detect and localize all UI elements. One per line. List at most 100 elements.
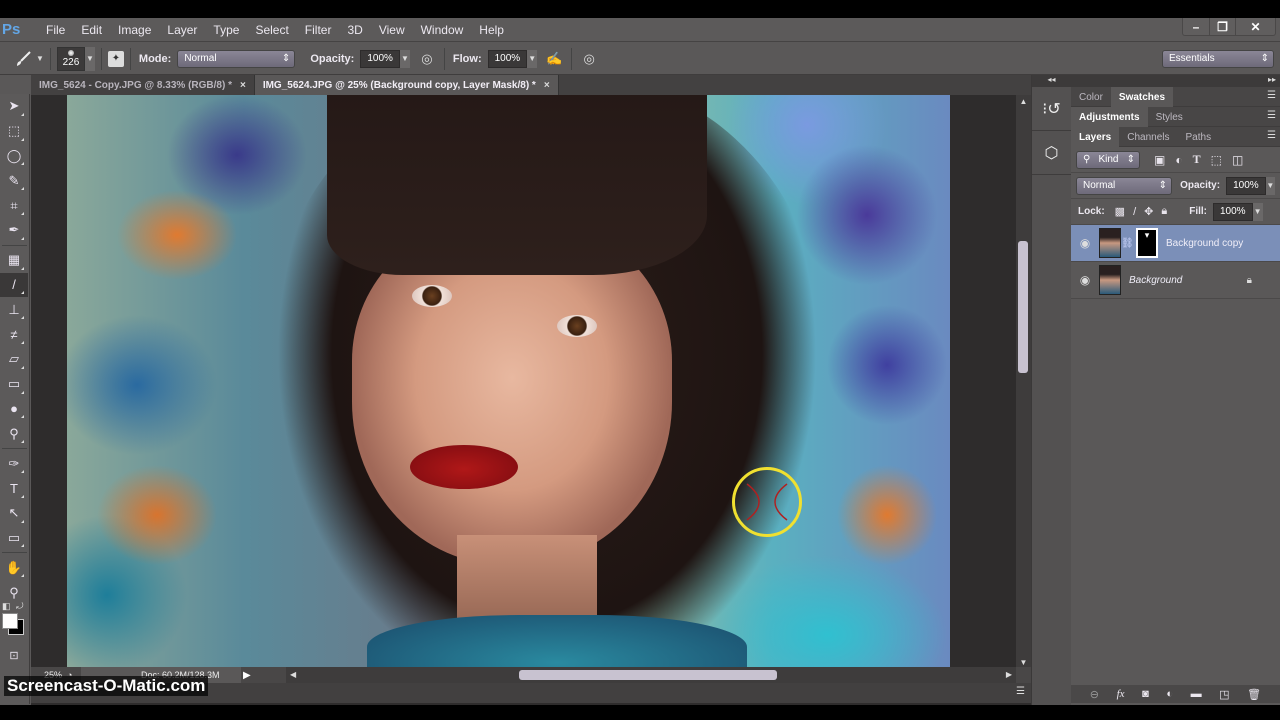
menu-select[interactable]: Select: [247, 23, 296, 37]
filter-type-icon[interactable]: T: [1193, 152, 1201, 167]
lasso-tool-icon[interactable]: ◯: [0, 144, 28, 169]
new-layer-icon[interactable]: ◳: [1219, 688, 1229, 701]
clone-stamp-tool-icon[interactable]: ⊥: [0, 297, 28, 322]
flow-field[interactable]: 100%: [487, 49, 528, 68]
mask-link-icon[interactable]: ⛓: [1121, 238, 1134, 249]
pen-tool-icon[interactable]: ✑: [0, 451, 28, 476]
flow-dropdown[interactable]: ▼: [527, 49, 538, 68]
menu-help[interactable]: Help: [471, 23, 512, 37]
horizontal-scroll-thumb[interactable]: [519, 670, 777, 680]
lock-pixels-icon[interactable]: /: [1133, 206, 1136, 218]
menu-type[interactable]: Type: [205, 23, 247, 37]
collapse-dock-icon[interactable]: ◂◂: [1032, 75, 1071, 87]
panel-menu-icon[interactable]: ☰: [1016, 686, 1025, 697]
scroll-up-icon[interactable]: ▲: [1016, 97, 1031, 106]
lock-all-icon[interactable]: 🔒︎: [1161, 205, 1167, 218]
fx-icon[interactable]: fx: [1117, 688, 1125, 700]
filter-smart-object-icon[interactable]: ◫: [1232, 153, 1243, 167]
brush-icon[interactable]: [12, 48, 34, 70]
filter-kind-select[interactable]: ⚲ Kind ⇕: [1076, 150, 1140, 169]
mode-select[interactable]: Normal ⇕: [177, 49, 296, 68]
delete-layer-icon[interactable]: 🗑︎: [1247, 688, 1261, 701]
filter-pixel-icon[interactable]: ▣: [1154, 153, 1165, 167]
history-panel-icon[interactable]: ⁝↺: [1032, 87, 1071, 131]
vertical-scrollbar[interactable]: ▲ ▼: [1016, 95, 1031, 667]
expand-panels-icon[interactable]: ▸▸: [1071, 75, 1280, 87]
eraser-tool-icon[interactable]: ▱: [0, 347, 28, 372]
lock-transparency-icon[interactable]: ▩: [1115, 205, 1125, 218]
horizontal-scrollbar[interactable]: ◀ ▶: [286, 667, 1016, 683]
spot-healing-tool-icon[interactable]: ▦: [0, 248, 28, 273]
quick-selection-tool-icon[interactable]: ✎: [0, 168, 28, 193]
layer-row-background-copy[interactable]: ◉ ⛓ ▾ Background copy: [1071, 225, 1280, 262]
close-tab-icon[interactable]: ×: [240, 80, 246, 91]
menu-filter[interactable]: Filter: [297, 23, 340, 37]
rectangle-tool-icon[interactable]: ▭: [0, 526, 28, 551]
dodge-tool-icon[interactable]: ⚲: [0, 421, 28, 446]
tab-layers[interactable]: Layers: [1071, 127, 1120, 147]
menu-layer[interactable]: Layer: [159, 23, 205, 37]
workspace-select[interactable]: Essentials ⇕: [1162, 49, 1274, 68]
brush-preset-picker[interactable]: 226: [56, 46, 85, 71]
tab-paths[interactable]: Paths: [1178, 127, 1220, 147]
fill-dropdown[interactable]: ▼: [1252, 202, 1263, 221]
filter-shape-icon[interactable]: ⬚: [1211, 153, 1222, 167]
panel-menu-icon[interactable]: ☰: [1267, 110, 1276, 121]
layer-opacity-dropdown[interactable]: ▼: [1265, 176, 1275, 195]
brush-preset-dropdown[interactable]: ▼: [84, 46, 95, 71]
scroll-down-icon[interactable]: ▼: [1016, 658, 1031, 667]
properties-panel-icon[interactable]: ⬡: [1032, 131, 1071, 175]
restore-button[interactable]: ❐: [1209, 18, 1235, 36]
add-mask-icon[interactable]: ◙: [1142, 688, 1149, 700]
hand-tool-icon[interactable]: ✋: [0, 555, 28, 580]
marquee-tool-icon[interactable]: ⬚: [0, 119, 28, 144]
brush-tool-icon[interactable]: /: [0, 272, 28, 298]
history-brush-tool-icon[interactable]: ≠: [0, 322, 28, 347]
tab-styles[interactable]: Styles: [1148, 107, 1191, 127]
tab-color[interactable]: Color: [1071, 87, 1111, 107]
type-tool-icon[interactable]: T: [0, 476, 28, 501]
menu-edit[interactable]: Edit: [73, 23, 110, 37]
default-colors-icon[interactable]: ◧: [2, 601, 11, 612]
path-selection-tool-icon[interactable]: ↖: [0, 501, 28, 526]
tool-preset-dropdown-icon[interactable]: ▼: [36, 54, 44, 63]
brush-panel-toggle-icon[interactable]: ✦: [107, 50, 124, 67]
adjustment-layer-icon[interactable]: ◐: [1166, 688, 1173, 700]
scroll-right-icon[interactable]: ▶: [1006, 670, 1012, 679]
foreground-color[interactable]: [2, 612, 18, 629]
visibility-eye-icon[interactable]: ◉: [1071, 236, 1099, 250]
gradient-tool-icon[interactable]: ▭: [0, 372, 28, 397]
menu-view[interactable]: View: [371, 23, 413, 37]
close-button[interactable]: ✕: [1235, 18, 1275, 36]
layer-opacity-field[interactable]: 100%: [1226, 176, 1266, 195]
opacity-dropdown[interactable]: ▼: [399, 49, 410, 68]
eyedropper-tool-icon[interactable]: ✒: [0, 218, 28, 243]
blend-mode-select[interactable]: Normal ⇕: [1076, 176, 1173, 195]
minimize-button[interactable]: –: [1183, 18, 1209, 36]
new-group-icon[interactable]: ▬: [1191, 688, 1202, 700]
tab-swatches[interactable]: Swatches: [1110, 87, 1174, 107]
crop-tool-icon[interactable]: ⌗: [0, 193, 28, 218]
airbrush-icon[interactable]: ✍: [543, 48, 565, 70]
quick-mask-icon[interactable]: ⊡: [0, 643, 28, 668]
lock-position-icon[interactable]: ✥: [1144, 205, 1153, 218]
filter-adjustment-icon[interactable]: ◐: [1175, 153, 1182, 167]
scroll-left-icon[interactable]: ◀: [290, 670, 296, 679]
doc-tab-copy[interactable]: IMG_5624 - Copy.JPG @ 8.33% (RGB/8) * ×: [31, 75, 255, 95]
opacity-field[interactable]: 100%: [360, 49, 400, 68]
tab-channels[interactable]: Channels: [1119, 127, 1177, 147]
doc-tab-active[interactable]: IMG_5624.JPG @ 25% (Background copy, Lay…: [254, 75, 559, 95]
blur-tool-icon[interactable]: ●: [0, 397, 28, 422]
link-layers-icon[interactable]: ⊖: [1090, 688, 1099, 701]
layer-mask-thumbnail[interactable]: ▾: [1136, 228, 1158, 258]
status-menu-arrow-icon[interactable]: ▶: [243, 670, 251, 681]
pressure-size-icon[interactable]: ◎: [578, 48, 600, 70]
move-tool-icon[interactable]: ➤: [0, 94, 28, 119]
menu-3d[interactable]: 3D: [339, 23, 370, 37]
menu-window[interactable]: Window: [413, 23, 472, 37]
visibility-eye-icon[interactable]: ◉: [1071, 273, 1099, 287]
panel-menu-icon[interactable]: ☰: [1267, 130, 1276, 141]
menu-image[interactable]: Image: [110, 23, 159, 37]
swap-colors-icon[interactable]: ⤾: [16, 601, 24, 612]
pressure-opacity-icon[interactable]: ◎: [416, 48, 438, 70]
